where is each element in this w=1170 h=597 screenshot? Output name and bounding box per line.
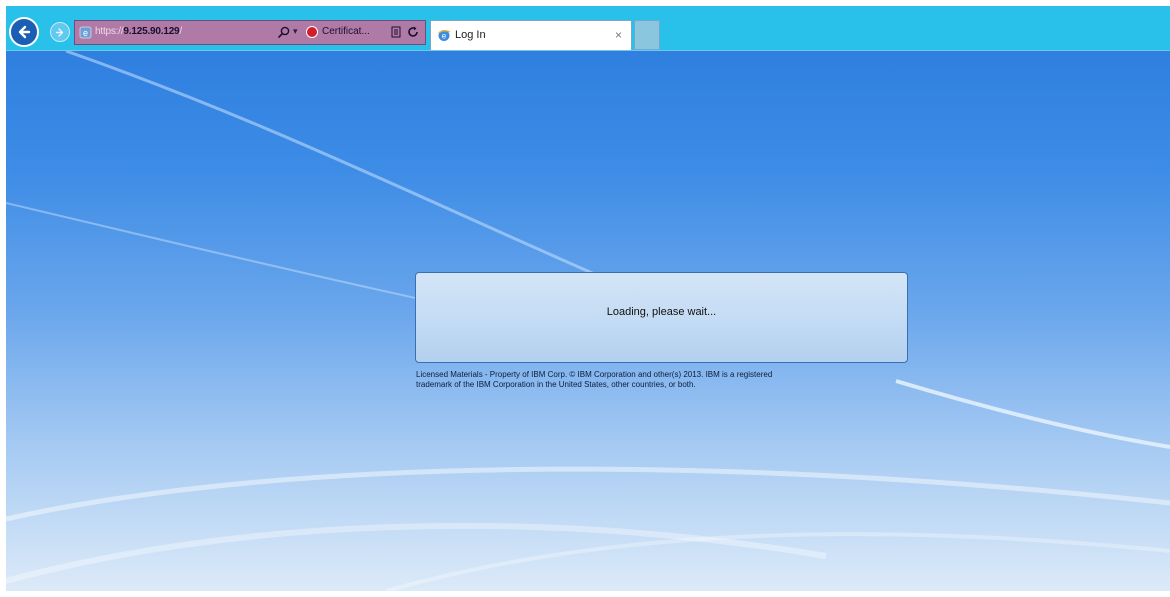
browser-toolbar: e https://9.125.90.129/ ▾ Certificat... (6, 6, 1170, 51)
ie-page-icon: e (79, 26, 92, 39)
forward-button[interactable] (50, 22, 70, 42)
license-line-2: trademark of the IBM Corporation in the … (416, 380, 696, 389)
page-content: Loading, please wait... Licensed Materia… (6, 51, 1170, 591)
new-tab-button[interactable] (634, 20, 660, 50)
ie-tab-icon: e (438, 30, 451, 41)
arrow-left-icon (18, 25, 31, 39)
svg-text:e: e (83, 28, 88, 38)
license-notice: Licensed Materials - Property of IBM Cor… (416, 370, 916, 390)
url-host: 9.125.90.129 (123, 26, 180, 37)
search-icon[interactable] (277, 25, 291, 39)
close-icon[interactable]: × (615, 28, 622, 42)
browser-window: e https://9.125.90.129/ ▾ Certificat... (6, 6, 1170, 591)
loading-dialog: Loading, please wait... (415, 272, 908, 363)
certificate-error-icon[interactable] (306, 26, 318, 38)
refresh-icon[interactable] (406, 25, 420, 39)
svg-text:e: e (442, 32, 447, 41)
license-line-1: Licensed Materials - Property of IBM Cor… (416, 370, 773, 379)
arrow-right-icon (55, 27, 63, 37)
tab-log-in[interactable]: e Log In × (430, 20, 632, 50)
address-bar[interactable]: e https://9.125.90.129/ ▾ Certificat... (74, 20, 426, 45)
back-button[interactable] (9, 17, 39, 47)
compatibility-view-icon[interactable] (391, 26, 401, 38)
loading-message: Loading, please wait... (606, 305, 717, 318)
url-text[interactable]: https://9.125.90.129/ (95, 26, 182, 37)
url-scheme: https:// (95, 26, 124, 37)
tab-title: Log In (455, 29, 486, 41)
certificate-error-label[interactable]: Certificat... (322, 26, 370, 37)
url-path: / (179, 26, 183, 37)
chevron-down-icon[interactable]: ▾ (293, 26, 298, 37)
